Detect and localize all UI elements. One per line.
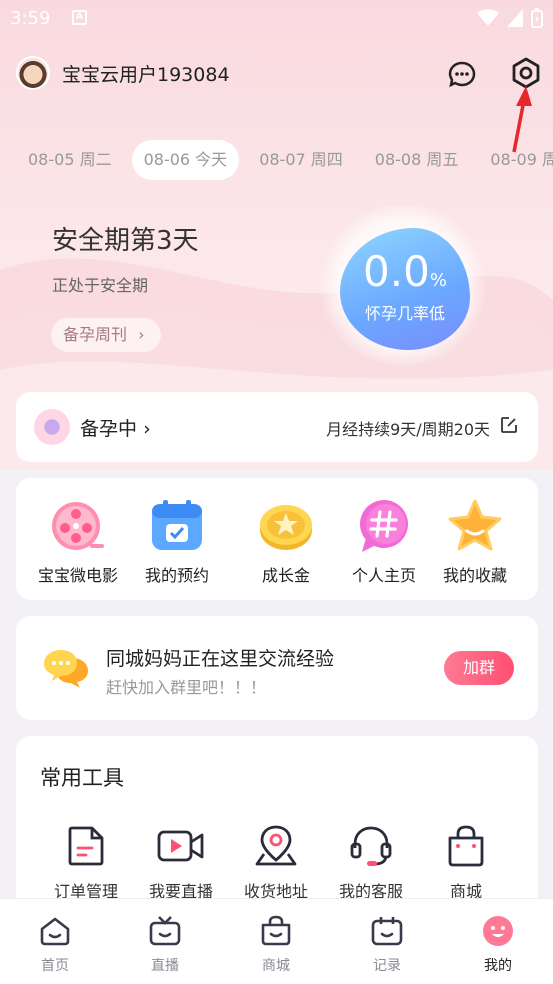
status-time: 3:59 <box>10 8 51 29</box>
probability-unit: % <box>429 270 447 291</box>
shortcut-appointment[interactable]: 我的预约 <box>127 498 227 586</box>
hashtag-bubble-icon <box>356 498 412 554</box>
order-document-icon <box>68 826 104 866</box>
status-bar: 3:59 A <box>0 0 553 36</box>
nav-label: 商城 <box>262 958 290 974</box>
avatar[interactable] <box>16 56 50 90</box>
wifi-icon <box>477 9 499 26</box>
cycle-info: 月经持续9天/周期20天 <box>326 420 490 439</box>
bag-icon <box>261 915 291 946</box>
date-tab[interactable]: 08-07 周四 <box>247 140 355 180</box>
date-tab[interactable]: 08-05 周二 <box>16 140 124 180</box>
shortcut-label: 我的收藏 <box>442 566 507 585</box>
gold-coin-icon <box>258 498 314 554</box>
nav-label: 我的 <box>484 958 512 974</box>
shortcuts-card: 宝宝微电影 我的预约 成长金 个人主页 我的收藏 <box>16 478 538 600</box>
location-pin-icon <box>255 825 297 866</box>
cycle-status-subtitle: 正处于安全期 <box>52 276 149 295</box>
nav-label: 首页 <box>41 958 69 974</box>
weekly-label: 备孕周刊 <box>63 325 128 344</box>
shortcut-label: 成长金 <box>261 566 310 585</box>
shopping-bag-icon <box>448 825 484 867</box>
calendar-icon <box>371 917 403 946</box>
signal-icon <box>507 9 523 27</box>
cycle-status-title: 安全期第3天 <box>52 226 199 256</box>
nav-home[interactable]: 首页 <box>15 915 95 975</box>
tool-live[interactable]: 我要直播 <box>131 824 231 902</box>
shortcut-label: 我的预约 <box>144 566 209 585</box>
mode-card[interactable]: 备孕中 › 月经持续9天/周期20天 <box>16 392 538 462</box>
shortcut-profile[interactable]: 个人主页 <box>334 498 434 586</box>
battery-icon <box>531 8 543 28</box>
headset-icon <box>350 826 392 866</box>
calendar-check-icon <box>149 498 205 554</box>
chevron-right-icon: › <box>138 325 145 344</box>
date-tab-today[interactable]: 08-06 今天 <box>131 140 240 180</box>
nav-label: 直播 <box>151 958 179 974</box>
mode-label: 备孕中 <box>80 418 138 440</box>
chevron-right-icon: › <box>143 418 151 440</box>
notification-a-icon: A <box>72 10 87 25</box>
home-icon <box>40 917 70 946</box>
chat-bubble-icon <box>448 61 476 88</box>
group-card[interactable]: 同城妈妈正在这里交流经验 赶快加入群里吧！！！ 加群 <box>16 616 538 720</box>
tool-address[interactable]: 收货地址 <box>226 824 326 902</box>
tools-title: 常用工具 <box>40 766 124 790</box>
nav-label: 记录 <box>373 958 401 974</box>
weekly-magazine-button[interactable]: 备孕周刊 › <box>51 318 161 352</box>
shortcut-label: 个人主页 <box>351 566 416 585</box>
bottom-nav: 首页 直播 商城 记录 我的 <box>0 898 553 984</box>
user-name[interactable]: 宝宝云用户193084 <box>62 60 230 87</box>
video-camera-icon <box>157 830 204 862</box>
chat-group-icon <box>44 650 88 688</box>
nav-records[interactable]: 记录 <box>347 915 427 975</box>
film-reel-icon <box>50 498 106 554</box>
tv-icon <box>149 916 181 946</box>
system-icons <box>477 8 543 28</box>
nav-mine[interactable]: 我的 <box>458 915 538 975</box>
nav-mall[interactable]: 商城 <box>236 915 316 975</box>
tool-orders[interactable]: 订单管理 <box>36 824 136 902</box>
edit-icon[interactable] <box>500 416 518 434</box>
group-title: 同城妈妈正在这里交流经验 <box>106 648 335 670</box>
group-subtitle: 赶快加入群里吧！！！ <box>106 678 267 697</box>
message-button[interactable] <box>447 60 477 90</box>
nav-live[interactable]: 直播 <box>125 915 205 975</box>
date-tab[interactable]: 08-08 周五 <box>363 140 471 180</box>
tool-customer-service[interactable]: 我的客服 <box>321 824 421 902</box>
date-tabs: 08-05 周二 08-06 今天 08-07 周四 08-08 周五 08-0… <box>16 140 553 182</box>
tool-mall[interactable]: 商城 <box>416 824 516 902</box>
smiley-face-icon <box>483 916 513 946</box>
star-icon <box>447 498 503 554</box>
join-group-button[interactable]: 加群 <box>444 651 514 685</box>
pregnancy-prep-icon <box>34 409 70 445</box>
probability-label: 怀孕几率低 <box>364 304 445 323</box>
probability-value: 0.0 <box>363 247 430 296</box>
shortcut-growth-fund[interactable]: 成长金 <box>236 498 336 586</box>
shortcut-movie[interactable]: 宝宝微电影 <box>28 498 128 586</box>
date-tab[interactable]: 08-09 周六 <box>478 140 553 180</box>
shortcut-favorites[interactable]: 我的收藏 <box>425 498 525 586</box>
shortcut-label: 宝宝微电影 <box>37 566 118 585</box>
